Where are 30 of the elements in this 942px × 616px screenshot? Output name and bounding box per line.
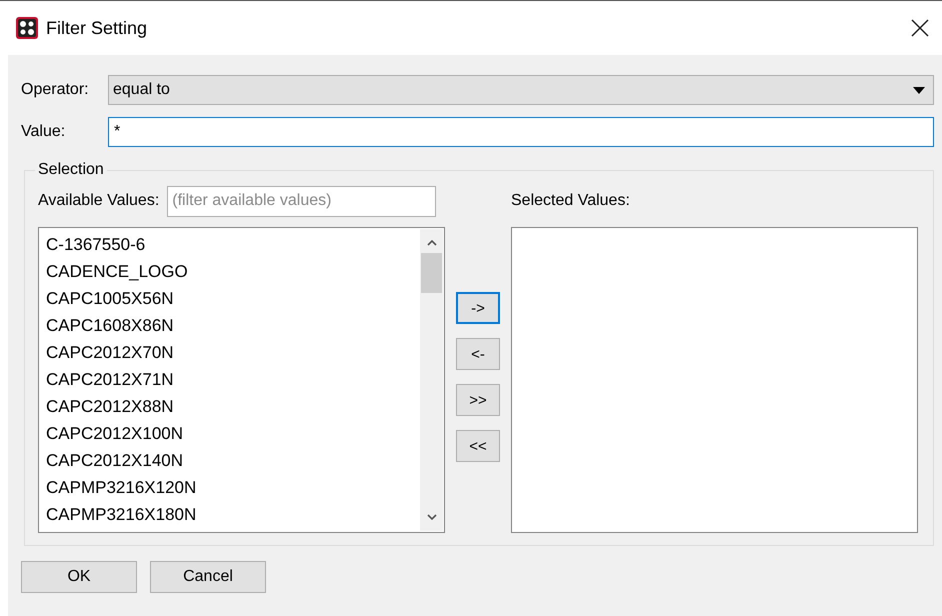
app-logo-icon xyxy=(16,17,38,39)
list-item[interactable]: CAPC2012X100N xyxy=(39,420,419,447)
move-button[interactable]: << xyxy=(456,430,500,462)
operator-dropdown[interactable]: equal to xyxy=(108,75,934,105)
list-item[interactable]: CAPC2012X71N xyxy=(39,366,419,393)
window-title: Filter Setting xyxy=(46,18,148,38)
list-item[interactable]: CADENCE_LOGO xyxy=(39,258,419,285)
move-button[interactable]: -> xyxy=(456,292,500,324)
move-button[interactable]: >> xyxy=(456,384,500,416)
operator-label: Operator: xyxy=(21,81,90,99)
ok-button[interactable]: OK xyxy=(21,561,137,593)
list-item[interactable]: CAPC1005X56N xyxy=(39,285,419,312)
list-item[interactable]: CAPC2012X88N xyxy=(39,393,419,420)
value-field[interactable]: * xyxy=(108,117,934,147)
filter-field[interactable]: (filter available values) xyxy=(167,186,436,216)
list-item[interactable]: CAPC2012X70N xyxy=(39,339,419,366)
list-item[interactable]: CAPMP3216X120N xyxy=(39,474,419,501)
scrollbar[interactable] xyxy=(420,229,443,531)
dropdown-arrow-icon xyxy=(913,86,925,94)
list-item[interactable]: C-1367550-6 xyxy=(39,231,419,258)
list-item[interactable]: CAPMP3216X180N xyxy=(39,501,419,528)
list-item[interactable]: CAPC1608X86N xyxy=(39,312,419,339)
selection-title: Selection xyxy=(37,161,105,179)
move-button[interactable]: <- xyxy=(456,338,500,370)
scroll-thumb[interactable] xyxy=(421,253,442,293)
value-label: Value: xyxy=(21,123,66,141)
available-values-label: Available Values: xyxy=(38,192,160,210)
list-item[interactable]: CAPC2012X140N xyxy=(39,447,419,474)
selected-values-label: Selected Values: xyxy=(511,192,630,210)
cancel-button[interactable]: Cancel xyxy=(150,561,266,593)
